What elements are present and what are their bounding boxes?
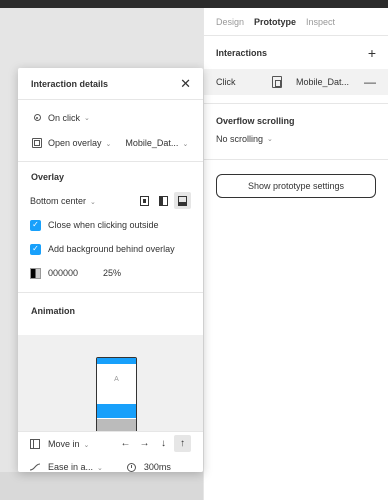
interactions-header: Interactions + <box>204 36 388 69</box>
background-color-value[interactable]: 000000 <box>48 268 78 278</box>
preview-topbar <box>97 358 136 364</box>
overflow-value: No scrolling <box>216 134 264 144</box>
checkbox-check-icon[interactable]: ✓ <box>30 243 41 255</box>
interactions-title: Interactions <box>216 47 268 58</box>
position-left-icon <box>159 195 168 206</box>
background-opacity-value[interactable]: 25% <box>103 268 121 278</box>
easing-curve-icon <box>30 463 40 471</box>
minus-icon[interactable]: — <box>364 76 376 88</box>
position-bottom-button[interactable] <box>174 192 191 209</box>
position-value: Bottom center <box>30 195 87 206</box>
position-left-button[interactable] <box>155 192 172 209</box>
close-icon[interactable]: ✕ <box>180 77 191 90</box>
preview-label: A <box>114 376 119 383</box>
animation-value: Move in <box>48 438 80 449</box>
arrow-right-icon[interactable]: → <box>136 435 153 452</box>
overlay-icon <box>272 76 282 88</box>
trigger-dropdown[interactable]: On click ⌄ <box>18 105 203 130</box>
animation-preview: A <box>18 335 203 431</box>
timer-icon <box>126 462 136 472</box>
background-color-row: 000000 25% <box>18 261 203 285</box>
action-value: Open overlay <box>48 137 102 148</box>
overlay-icon <box>32 137 42 148</box>
chevron-down-icon: ⌄ <box>97 465 103 472</box>
position-center-icon <box>140 195 149 206</box>
add-background-label: Add background behind overlay <box>48 244 175 254</box>
animation-section-title: Animation <box>31 306 75 316</box>
position-center-button[interactable] <box>136 192 153 209</box>
tab-prototype[interactable]: Prototype <box>254 17 296 27</box>
add-background-row: ✓ Add background behind overlay <box>18 237 203 261</box>
destination-value: Mobile_Dat... <box>125 137 179 148</box>
overflow-dropdown[interactable]: No scrolling ⌄ <box>204 127 388 151</box>
toolbar <box>0 0 388 8</box>
chevron-down-icon: ⌄ <box>84 114 90 122</box>
overflow-title: Overflow scrolling <box>216 115 295 126</box>
move-in-icon <box>30 438 40 449</box>
divider <box>204 159 388 160</box>
chevron-down-icon: ⌄ <box>182 140 189 148</box>
action-row: Open overlay ⌄ Mobile_Dat... ⌄ <box>18 130 203 155</box>
show-prototype-settings-button[interactable]: Show prototype settings <box>216 174 376 198</box>
close-outside-row: ✓ Close when clicking outside <box>18 213 203 237</box>
close-outside-label: Close when clicking outside <box>48 220 159 230</box>
chevron-down-icon: ⌄ <box>83 441 90 449</box>
properties-panel: Design Prototype Inspect Interactions + … <box>203 8 388 500</box>
direction-buttons: ← → ↓ ↑ <box>117 435 191 452</box>
tab-inspect[interactable]: Inspect <box>306 17 335 27</box>
modal-header: Interaction details ✕ <box>18 68 203 100</box>
easing-row: Ease in a... ⌄ 300ms <box>18 455 203 472</box>
position-buttons <box>136 192 191 209</box>
position-bottom-icon <box>178 195 187 206</box>
interaction-details-modal: Interaction details ✕ On click ⌄ Open ov… <box>18 68 203 472</box>
easing-dropdown[interactable]: Ease in a... ⌄ <box>48 462 103 472</box>
tab-design[interactable]: Design <box>216 17 244 27</box>
checkbox-check-icon[interactable]: ✓ <box>30 219 41 231</box>
canvas-bottom <box>0 472 203 500</box>
color-swatch[interactable] <box>30 267 41 279</box>
trigger-value: On click <box>48 112 81 123</box>
chevron-down-icon: ⌄ <box>105 140 112 148</box>
interaction-destination: Mobile_Dat... <box>296 77 350 87</box>
animation-dropdown[interactable]: Move in ⌄ <box>48 439 89 449</box>
action-dropdown[interactable]: Open overlay ⌄ <box>48 138 111 148</box>
easing-value: Ease in a... <box>48 462 94 472</box>
plus-icon[interactable]: + <box>368 46 376 60</box>
target-icon <box>33 114 41 121</box>
preview-frame-b <box>97 419 136 431</box>
position-row: Bottom center ⌄ <box>18 188 203 213</box>
position-dropdown[interactable]: Bottom center ⌄ <box>30 196 96 206</box>
chevron-down-icon: ⌄ <box>267 136 273 143</box>
modal-title: Interaction details <box>31 78 109 89</box>
arrow-left-icon[interactable]: ← <box>117 435 134 452</box>
destination-dropdown[interactable]: Mobile_Dat... ⌄ <box>125 138 188 148</box>
interaction-row[interactable]: Click Mobile_Dat... — <box>204 69 388 95</box>
animation-row: Move in ⌄ ← → ↓ ↑ <box>18 431 203 455</box>
arrow-down-icon[interactable]: ↓ <box>155 435 172 452</box>
preview-overlay <box>97 404 136 418</box>
panel-tabs: Design Prototype Inspect <box>204 8 388 36</box>
interaction-trigger: Click <box>216 77 236 87</box>
chevron-down-icon: ⌄ <box>90 198 96 206</box>
duration-value[interactable]: 300ms <box>144 462 171 472</box>
arrow-up-icon[interactable]: ↑ <box>174 435 191 452</box>
preview-frame: A <box>96 357 137 431</box>
